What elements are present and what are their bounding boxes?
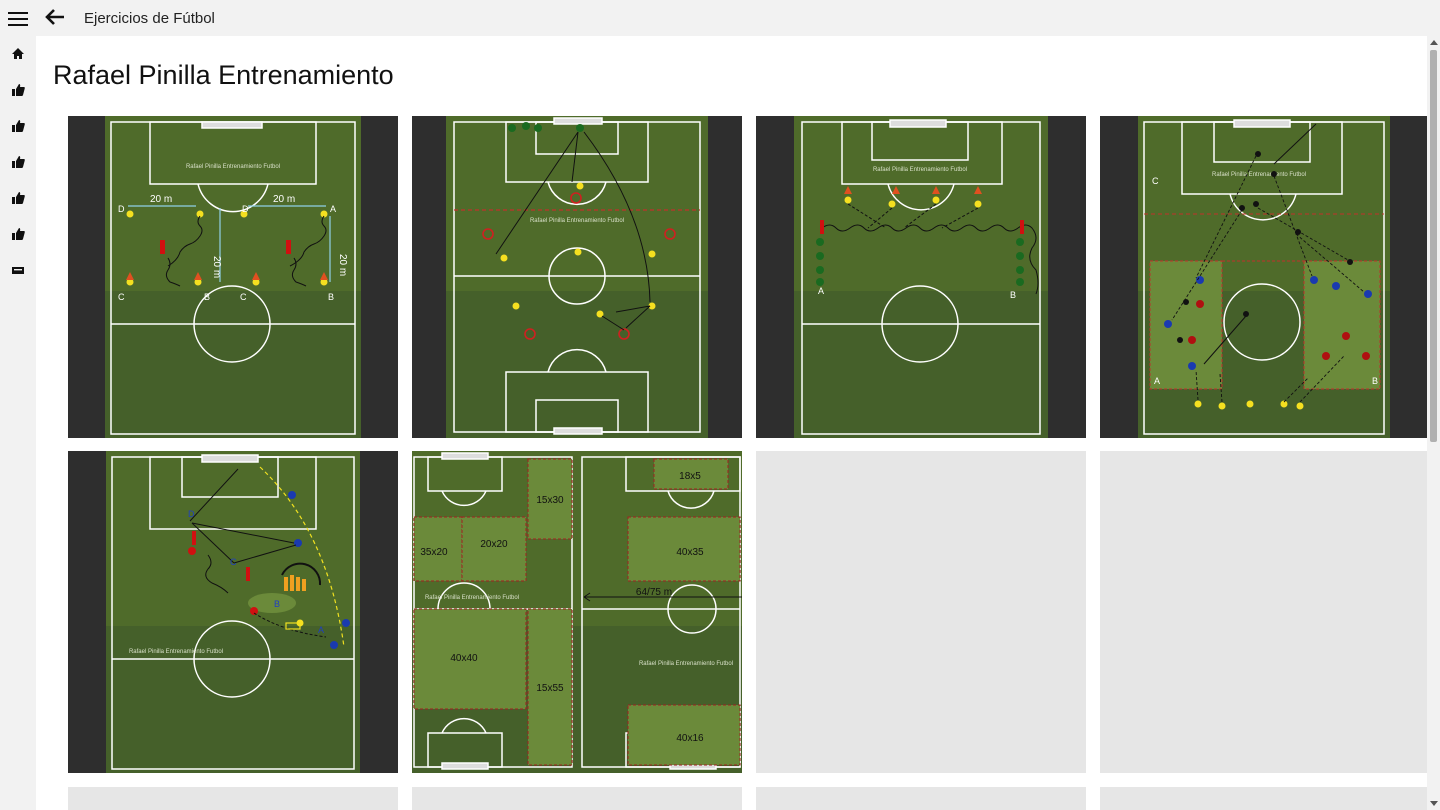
exercise-tile-5[interactable]: Rafael Pinilla Entrenamiento Futbol D C … <box>68 451 398 773</box>
zone-label: 40x40 <box>450 653 478 664</box>
position-label: B <box>1372 376 1378 386</box>
position-label: A <box>318 625 324 635</box>
watermark-text: Rafael Pinilla Entrenamiento Futbol <box>129 649 223 655</box>
distance-label: 20 m <box>273 194 295 205</box>
exercise-tile-placeholder[interactable] <box>412 787 742 810</box>
position-label: A <box>818 286 824 296</box>
scroll-down-arrow-icon[interactable] <box>1430 801 1438 806</box>
scroll-thumb[interactable] <box>1430 50 1437 442</box>
position-label: B <box>204 292 210 302</box>
zone-label: 64/75 m <box>636 587 672 598</box>
hamburger-menu-icon[interactable] <box>8 12 28 26</box>
exercise-tile-placeholder[interactable] <box>68 787 398 810</box>
position-label: A <box>1154 376 1160 386</box>
main-content: Rafael Pinilla Entrenamiento Rafael Pini… <box>36 36 1427 810</box>
position-label: A <box>330 204 336 214</box>
position-label: C <box>118 292 125 302</box>
thumbs-up-icon[interactable] <box>9 117 27 135</box>
zone-label: 40x35 <box>676 547 704 558</box>
thumbs-up-icon[interactable] <box>9 189 27 207</box>
position-label: D <box>118 204 125 214</box>
scroll-up-arrow-icon[interactable] <box>1430 40 1438 45</box>
watermark-text: Rafael Pinilla Entrenamiento Futbol <box>186 164 280 170</box>
zone-label: 40x16 <box>676 733 704 744</box>
zone-label: 20x20 <box>480 539 508 550</box>
sidebar <box>0 36 36 810</box>
exercise-tile-placeholder[interactable] <box>1100 451 1427 773</box>
exercise-tile-4[interactable]: Rafael Pinilla Entrenamiento Futbol C A … <box>1100 116 1427 438</box>
zone-label: 15x55 <box>536 683 564 694</box>
thumbs-up-icon[interactable] <box>9 153 27 171</box>
thumbs-up-icon[interactable] <box>9 225 27 243</box>
zone-label: 18x5 <box>679 471 701 482</box>
watermark-text: Rafael Pinilla Entrenamiento Futbol <box>873 167 967 173</box>
page-title: Rafael Pinilla Entrenamiento <box>53 60 394 90</box>
watermark-text: Rafael Pinilla Entrenamiento Futbol <box>1212 172 1306 178</box>
position-label: D <box>242 204 249 214</box>
card-icon[interactable] <box>9 261 27 279</box>
exercise-tile-3[interactable]: Rafael Pinilla Entrenamiento Futbol A B <box>756 116 1086 438</box>
distance-label: 20 m <box>211 256 222 278</box>
distance-label: 20 m <box>337 254 348 276</box>
position-label: B <box>1010 290 1016 300</box>
exercise-tile-placeholder[interactable] <box>756 787 1086 810</box>
home-icon[interactable] <box>9 45 27 63</box>
watermark-text: Rafael Pinilla Entrenamiento Futbol <box>425 595 519 601</box>
zone-label: 35x20 <box>420 547 448 558</box>
position-label: C <box>240 292 247 302</box>
watermark-text: Rafael Pinilla Entrenamiento Futbol <box>530 218 624 224</box>
exercise-tile-1[interactable]: Rafael Pinilla Entrenamiento Futbol 20 m… <box>68 116 398 438</box>
zone-label: 15x30 <box>536 495 564 506</box>
exercise-tile-6[interactable]: Rafael Pinilla Entrenamiento Futbol Rafa… <box>412 451 742 773</box>
exercise-tile-2[interactable]: Rafael Pinilla Entrenamiento Futbol <box>412 116 742 438</box>
exercise-tile-placeholder[interactable] <box>756 451 1086 773</box>
distance-label: 20 m <box>150 194 172 205</box>
thumbs-up-icon[interactable] <box>9 81 27 99</box>
title-bar: Ejercicios de Fútbol <box>0 0 1440 36</box>
app-title: Ejercicios de Fútbol <box>84 10 215 27</box>
position-label: C <box>1152 176 1159 186</box>
position-label: D <box>188 509 195 519</box>
back-arrow-icon[interactable] <box>44 6 66 28</box>
position-label: C <box>230 557 237 567</box>
vertical-scrollbar[interactable] <box>1427 36 1440 810</box>
position-label: B <box>274 599 280 609</box>
position-label: B <box>328 292 334 302</box>
exercise-tile-placeholder[interactable] <box>1100 787 1427 810</box>
watermark-text: Rafael Pinilla Entrenamiento Futbol <box>639 661 733 667</box>
